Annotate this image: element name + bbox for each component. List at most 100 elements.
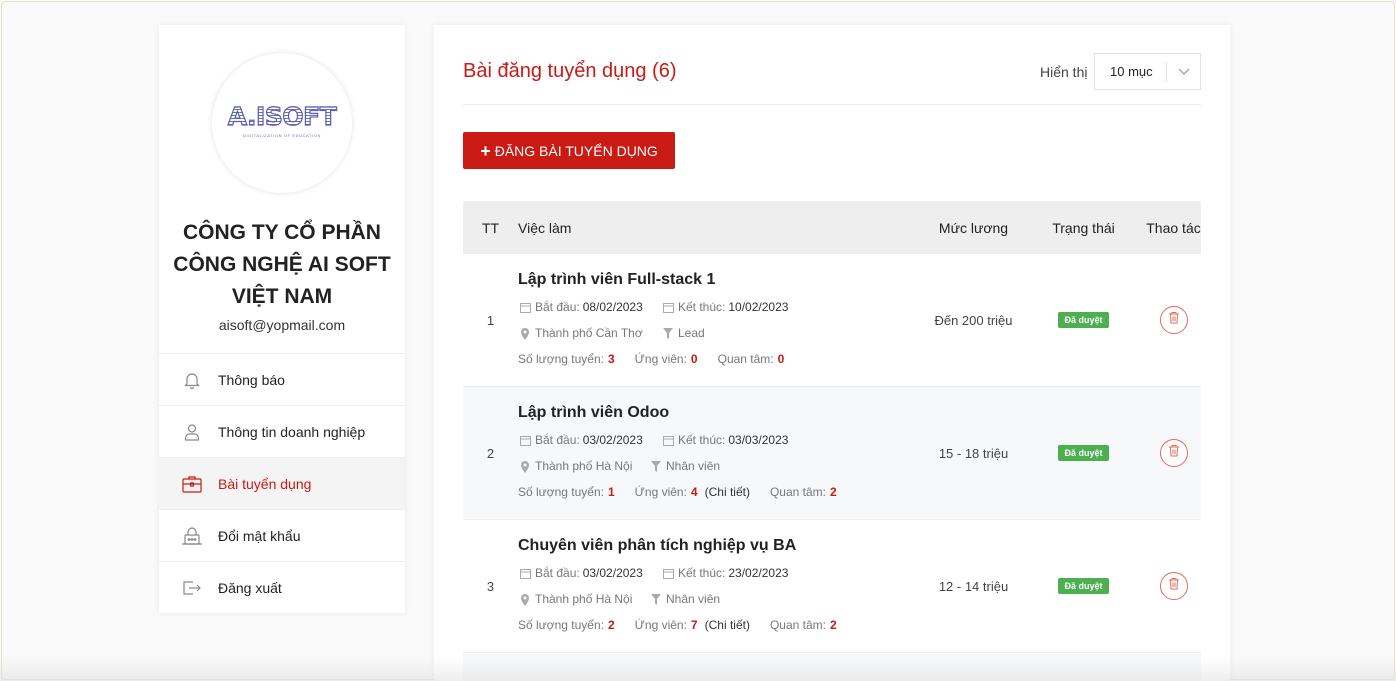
sidebar-item-logout[interactable]: Đăng xuất [159,561,405,613]
chevron-down-icon [1167,68,1200,76]
applicants-label: Ứng viên: [634,618,687,632]
briefcase-icon [181,473,203,495]
sidebar-item-change-password[interactable]: Đổi mật khẩu [159,509,405,561]
company-name-line3: VIỆT NAM [231,285,333,308]
map-pin-icon [518,460,532,473]
start-label: Bắt đầu: [535,300,580,314]
job-cell: Lập trình viên Full-stack 1 Bắt đầu: 08/… [518,271,926,369]
action-cell [1146,572,1201,600]
delete-button[interactable] [1159,306,1188,334]
table-row: 3 Chuyên viên phân tích nghiệp vụ BA Bắt… [463,520,1201,653]
end-label: Kết thúc: [678,566,726,580]
page-size-label: Hiển thị [1040,64,1088,80]
status-badge: Đã duyệt [1058,445,1109,461]
job-dates: Bắt đầu: 03/02/2023 Kết thúc: 03/03/2023 [518,431,926,450]
calendar-icon [518,435,532,446]
end-label: Kết thúc: [678,300,726,314]
start-date: 03/02/2023 [582,566,643,580]
row-index: 3 [486,578,495,594]
job-cell: Chuyên viên phân tích nghiệp vụ BA Bắt đ… [518,537,926,635]
sidebar-item-company-info[interactable]: Thông tin doanh nghiệp [159,405,405,457]
add-job-post-button[interactable]: + ĐĂNG BÀI TUYỂN DỤNG [463,132,675,169]
delete-button[interactable] [1159,572,1188,600]
interested-label: Quan tâm: [717,352,774,366]
applicants-count: 4 [690,485,698,499]
bottom-fade [0,657,1396,681]
filter-icon [661,328,675,339]
quantity-count: 2 [607,618,615,632]
bell-icon [181,369,203,391]
applicants-details-link[interactable]: (Chi tiết) [705,616,750,635]
company-name-line2: CÔNG NGHỆ AI SOFT [173,253,391,276]
calendar-icon [518,568,532,579]
job-stats: Số lượng tuyển: 3 Ứng viên: 0 Quan tâm: … [518,350,926,369]
company-email: aisoft@yopmail.com [218,317,346,333]
trash-icon [1168,311,1180,329]
delete-button[interactable] [1159,439,1188,467]
end-date: 10/02/2023 [728,300,789,314]
job-dates: Bắt đầu: 08/02/2023 Kết thúc: 10/02/2023 [518,298,926,317]
page-size-value: 10 mục [1110,64,1153,79]
job-posts-table: TT Việc làm Mức lương Trạng thái Thao tá… [463,201,1201,681]
interested-count: 2 [829,485,837,499]
status-badge: Đã duyệt [1058,578,1109,594]
interested-count: 2 [829,618,837,632]
company-logo: A.ISOFT DIGITALIZATION OF EDUCATION [212,53,352,193]
status-badge: Đã duyệt [1058,312,1109,328]
sidebar-menu: Thông báo Thông tin doanh nghiệp Bài tuy… [159,353,405,613]
sidebar-item-notifications[interactable]: Thông báo [159,353,405,405]
header-job: Việc làm [518,219,572,236]
table-header: TT Việc làm Mức lương Trạng thái Thao tá… [463,201,1201,254]
interested-label: Quan tâm: [769,485,826,499]
interested-label: Quan tâm: [769,618,826,632]
applicants-details-link[interactable]: (Chi tiết) [705,483,750,502]
user-icon [181,421,203,443]
job-salary: Đến 200 triệu [934,312,1013,328]
header-status: Trạng thái [1052,219,1115,236]
table-row: 1 Lập trình viên Full-stack 1 Bắt đầu: 0… [463,254,1201,387]
calendar-icon [661,435,675,446]
job-salary: 15 - 18 triệu [938,445,1009,461]
calendar-icon [661,302,675,313]
job-cell: Lập trình viên Odoo Bắt đầu: 03/02/2023 … [518,404,926,502]
sidebar-item-label: Đăng xuất [218,579,282,596]
job-location: Thành phố Hà Nội [535,592,633,606]
trash-icon [1168,577,1180,595]
end-date: 23/02/2023 [728,566,789,580]
job-title-link[interactable]: Lập trình viên Full-stack 1 [518,271,926,289]
start-date: 08/02/2023 [582,300,643,314]
sidebar-item-label: Đổi mật khẩu [218,527,301,544]
trash-icon [1168,444,1180,462]
start-date: 03/02/2023 [582,433,643,447]
job-level: Lead [678,326,705,340]
status-cell: Đã duyệt [1021,578,1146,594]
page-title: Bài đăng tuyển dụng (6) [463,60,677,82]
header-action: Thao tác [1146,219,1201,236]
start-label: Bắt đầu: [535,433,580,447]
end-label: Kết thúc: [678,433,726,447]
job-salary: 12 - 14 triệu [938,578,1009,594]
job-level: Nhân viên [666,592,721,606]
filter-icon [649,594,663,605]
job-location: Thành phố Cần Thơ [535,326,643,340]
calendar-icon [518,302,532,313]
quantity-label: Số lượng tuyển: [518,618,604,632]
lock-icon [181,525,203,547]
sidebar-item-job-posts[interactable]: Bài tuyển dụng [159,457,405,509]
job-title-link[interactable]: Lập trình viên Odoo [518,404,926,422]
logo-text: A.ISOFT [227,101,337,131]
job-title-link[interactable]: Chuyên viên phân tích nghiệp vụ BA [518,537,926,555]
row-index: 2 [486,445,495,461]
applicants-count: 0 [690,352,698,366]
job-location-level: Thành phố Hà Nội Nhân viên [518,457,926,476]
quantity-label: Số lượng tuyển: [518,352,604,366]
status-cell: Đã duyệt [1021,312,1146,328]
page-size-select[interactable]: 10 mục [1094,53,1201,90]
map-pin-icon [518,327,532,340]
table-row: 2 Lập trình viên Odoo Bắt đầu: 03/02/202… [463,387,1201,520]
action-cell [1146,306,1201,334]
calendar-icon [661,568,675,579]
add-job-post-label: ĐĂNG BÀI TUYỂN DỤNG [494,142,658,159]
divider [463,104,1201,105]
company-name-line1: CÔNG TY CỔ PHẦN [183,221,381,244]
